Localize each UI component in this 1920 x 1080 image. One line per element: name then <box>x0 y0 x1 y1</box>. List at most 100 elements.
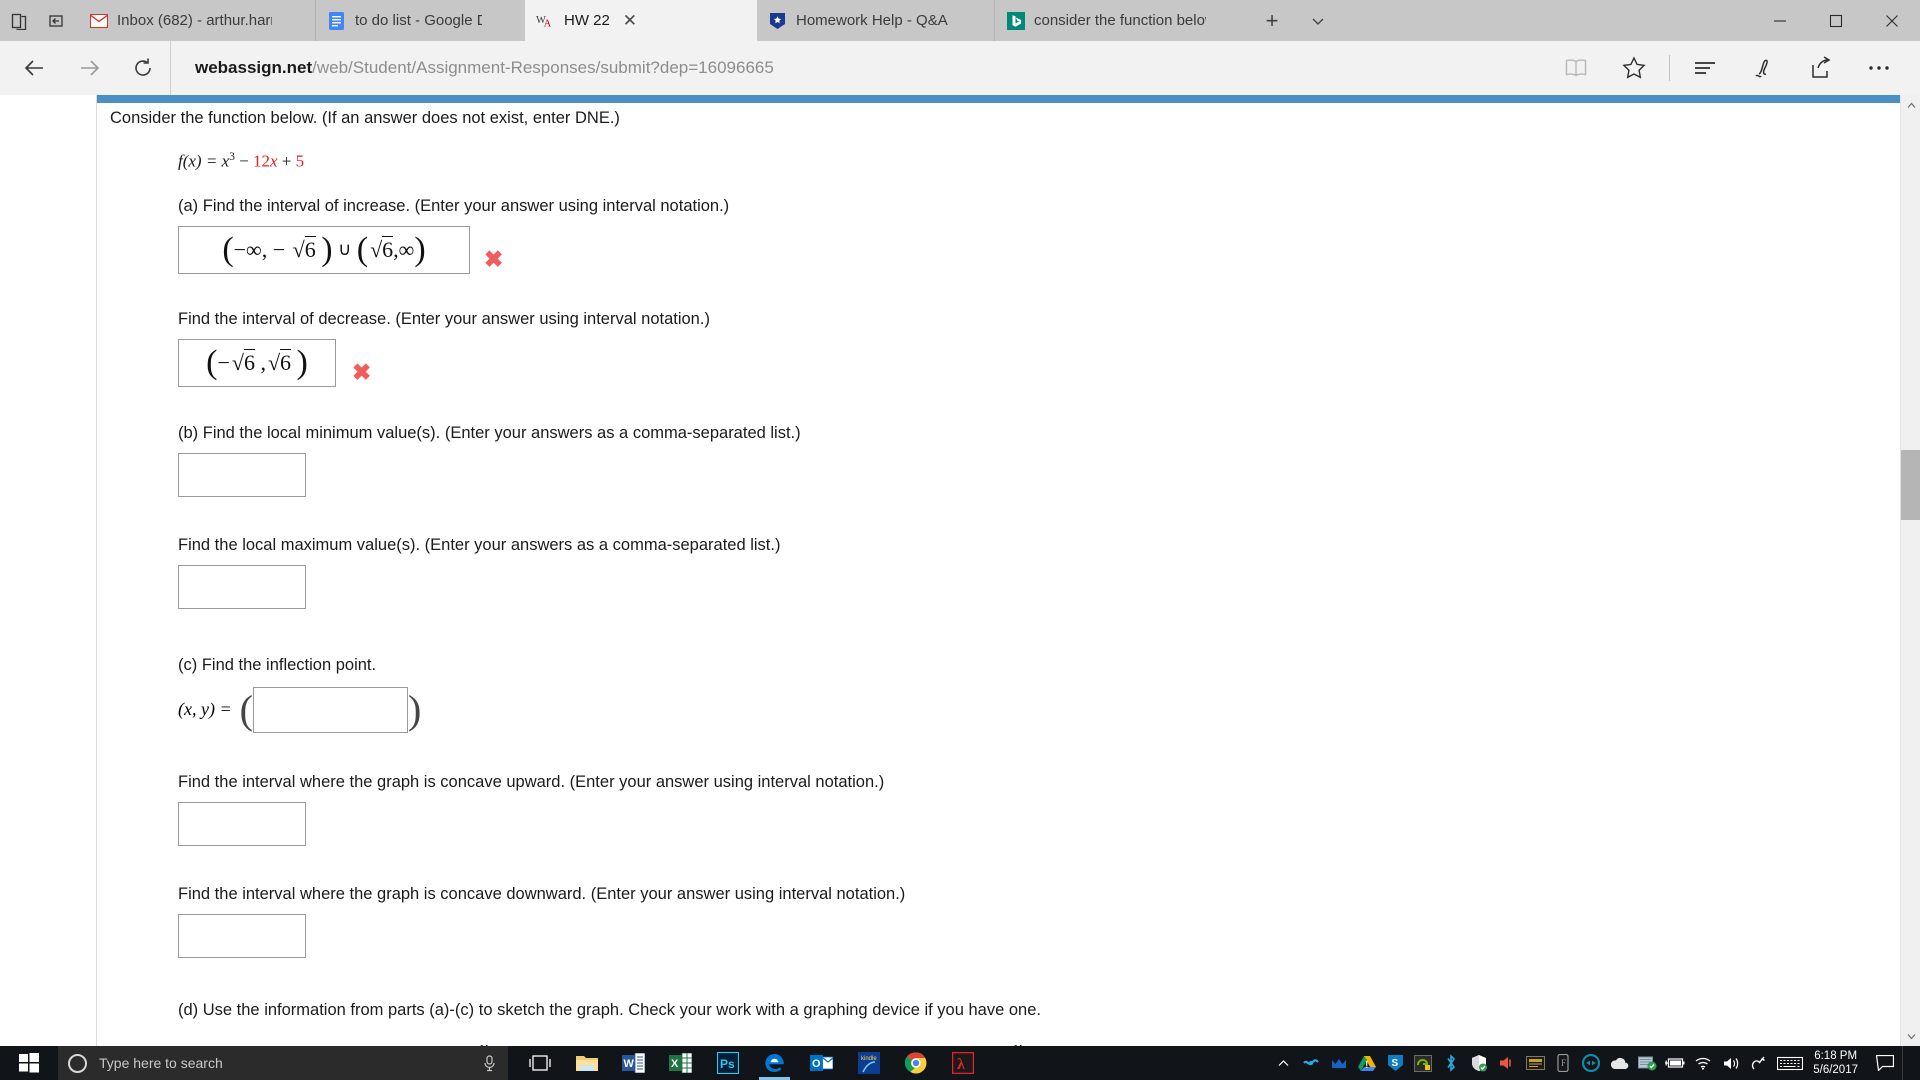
minimize-button[interactable] <box>1752 0 1808 41</box>
address-bar[interactable]: webassign.net/web/Student/Assignment-Res… <box>170 41 1547 95</box>
forward-arrow-icon[interactable] <box>62 46 116 90</box>
page-scrollbar[interactable] <box>1900 95 1920 1046</box>
favorites-star-icon[interactable] <box>1605 46 1663 90</box>
formula-var: x <box>269 151 278 171</box>
tab-todo-list[interactable]: to do list - Google Docs ✕ <box>315 0 525 41</box>
windows-defender-icon[interactable] <box>1465 1046 1493 1080</box>
scroll-down-arrow[interactable] <box>1901 1026 1920 1046</box>
google-chrome-icon[interactable] <box>892 1046 939 1080</box>
kindle-icon[interactable]: kindle <box>845 1046 892 1080</box>
sophos-shield-icon[interactable]: S <box>1381 1046 1409 1080</box>
svg-text:!: ! <box>1365 1060 1368 1071</box>
volume-alert-icon[interactable] <box>1493 1046 1521 1080</box>
tab-title: Homework Help - Q&A fror <box>796 12 951 29</box>
tab-hw-22[interactable]: WA HW 22 ✕ <box>525 0 757 41</box>
close-button[interactable] <box>1864 0 1920 41</box>
formula-term1-base: x <box>221 151 230 171</box>
tabstrip-system-buttons <box>0 0 78 41</box>
microphone-icon[interactable] <box>480 1054 498 1072</box>
set-tabs-aside-icon[interactable] <box>44 8 70 34</box>
reading-view-icon[interactable] <box>6 8 32 34</box>
answer-field-interval-increase[interactable]: (−∞, − √6 ) ∪ (√6 ,∞) <box>178 225 470 274</box>
status-badge-incorrect: ✖ <box>484 246 504 273</box>
adobe-acrobat-icon[interactable]: λ <box>939 1046 986 1080</box>
microsoft-excel-icon[interactable]: X <box>657 1046 704 1080</box>
new-tab-button[interactable]: + <box>1259 8 1285 34</box>
cortana-circle-icon <box>68 1053 87 1073</box>
wifi-icon[interactable] <box>1689 1046 1717 1080</box>
maximize-button[interactable] <box>1808 0 1864 41</box>
scrollbar-thumb[interactable] <box>1901 450 1920 520</box>
microsoft-word-icon[interactable]: W <box>610 1046 657 1080</box>
svg-text:O: O <box>812 1058 821 1070</box>
answer-field-concave-upward[interactable] <box>178 801 306 846</box>
chevron-down-icon[interactable] <box>1305 8 1331 34</box>
formula-lhs: f(x) = <box>178 151 218 171</box>
task-view-icon[interactable] <box>516 1046 563 1080</box>
microsoft-edge-icon[interactable] <box>751 1046 798 1080</box>
screen: Inbox (682) - arthur.harnisch ✕ to do li… <box>0 0 1920 1080</box>
device-icon[interactable] <box>1521 1046 1549 1080</box>
show-desktop-button[interactable] <box>1902 1046 1916 1080</box>
action-center-icon[interactable] <box>1868 1046 1902 1080</box>
tab-homework-help[interactable]: Homework Help - Q&A fror ✕ <box>757 0 994 41</box>
answer-row-interval-decrease: (− √6 , √6 ) ✖ <box>178 338 1872 387</box>
safely-remove-hardware-icon[interactable] <box>1745 1046 1773 1080</box>
bluetooth-icon[interactable] <box>1437 1046 1465 1080</box>
nvidia-icon[interactable] <box>1409 1046 1437 1080</box>
keyboard-layout-icon[interactable] <box>1773 1046 1807 1080</box>
photoshop-icon[interactable]: Ps <box>704 1046 751 1080</box>
back-arrow-icon[interactable] <box>8 46 62 90</box>
tab-consider-function[interactable]: consider the function below ✕ <box>994 0 1249 41</box>
svg-text:F: F <box>1561 1058 1566 1068</box>
file-explorer-icon[interactable] <box>563 1046 610 1080</box>
answer-row-interval-increase: (−∞, − √6 ) ∪ (√6 ,∞) ✖ <box>178 225 1872 274</box>
answer-row-local-minimum <box>178 452 1872 497</box>
clock-date: 5/6/2017 <box>1813 1064 1858 1076</box>
navigation-bar: webassign.net/web/Student/Assignment-Res… <box>0 41 1920 95</box>
battery-plugged-icon[interactable] <box>1661 1046 1689 1080</box>
window-controls <box>1752 0 1920 41</box>
taskbar-clock[interactable]: 6:18 PM 5/6/2017 <box>1807 1049 1868 1077</box>
svg-text:S: S <box>1391 1058 1398 1069</box>
right-paren: ) <box>407 686 422 732</box>
refresh-icon[interactable] <box>116 46 170 90</box>
tray-overflow-arrow-icon[interactable] <box>1269 1046 1297 1080</box>
onedrive-icon[interactable] <box>1605 1046 1633 1080</box>
left-paren: ( <box>239 686 253 732</box>
prompt-concave-downward: Find the interval where the graph is con… <box>178 884 906 903</box>
assignment-content: Consider the function below. (If an answ… <box>110 103 1872 1080</box>
reading-view-book-icon[interactable] <box>1547 46 1605 90</box>
share-icon[interactable] <box>1792 46 1850 90</box>
teamviewer-icon[interactable] <box>1577 1046 1605 1080</box>
google-drive-icon[interactable]: ! <box>1353 1046 1381 1080</box>
chegg-icon <box>768 11 787 30</box>
malwarebytes-icon[interactable] <box>1325 1046 1353 1080</box>
fitbit-icon[interactable]: F <box>1549 1046 1577 1080</box>
tab-strip: Inbox (682) - arthur.harnisch ✕ to do li… <box>0 0 1920 41</box>
search-input[interactable]: Type here to search <box>58 1046 508 1080</box>
hub-reading-list-icon[interactable] <box>1676 46 1734 90</box>
settings-more-icon[interactable] <box>1850 46 1908 90</box>
windows-update-icon[interactable] <box>1633 1046 1661 1080</box>
search-placeholder: Type here to search <box>99 1055 223 1071</box>
outlook-icon[interactable]: O <box>798 1046 845 1080</box>
page-left-gutter <box>0 95 97 1046</box>
answer-field-interval-decrease[interactable]: (− √6 , √6 ) <box>178 338 336 387</box>
tab-inbox[interactable]: Inbox (682) - arthur.harnisch ✕ <box>78 0 315 41</box>
answer-field-concave-downward[interactable] <box>178 913 306 958</box>
question-intro: Consider the function below. (If an answ… <box>110 109 620 127</box>
scroll-up-arrow[interactable] <box>1901 95 1920 115</box>
speaker-icon[interactable] <box>1717 1046 1745 1080</box>
close-icon[interactable]: ✕ <box>619 11 641 31</box>
answer-field-inflection-point[interactable] <box>252 686 408 733</box>
answer-field-local-minimum[interactable] <box>178 452 306 497</box>
windows-start-button[interactable] <box>0 1046 58 1080</box>
clock-time: 6:18 PM <box>1814 1050 1858 1062</box>
web-note-icon[interactable] <box>1734 46 1792 90</box>
answer-field-local-maximum[interactable] <box>178 564 306 609</box>
answer-row-inflection-point: (x, y) = ( ) <box>178 686 1872 733</box>
atheros-icon[interactable] <box>1297 1046 1325 1080</box>
svg-text:W: W <box>624 1058 635 1070</box>
status-badge-incorrect: ✖ <box>352 359 372 386</box>
